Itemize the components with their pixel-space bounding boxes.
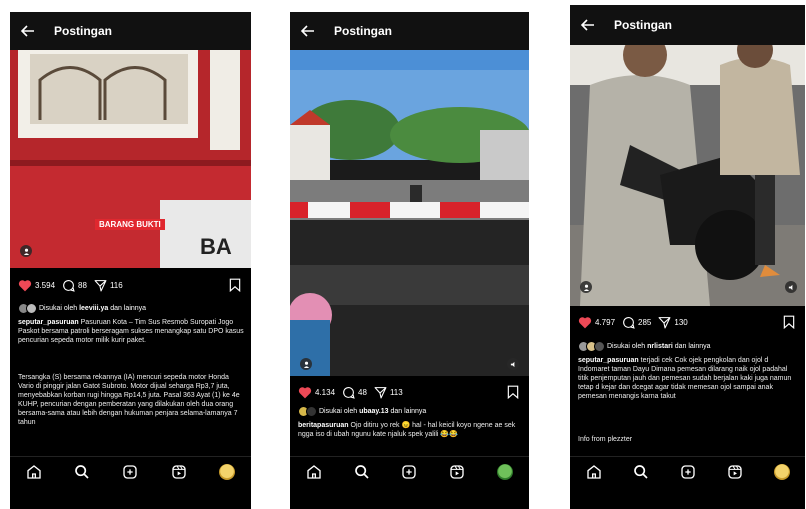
profile-avatar[interactable] (773, 464, 790, 480)
like-count: 3.594 (35, 280, 56, 290)
caption-continued: Tersangka (S) bersama rekannya (IA) menc… (18, 374, 240, 426)
comment-icon[interactable] (622, 316, 635, 329)
caption: beritapasuruan Ojo ditiru yo rek 😠 hal -… (298, 421, 523, 439)
liker-avatars (18, 302, 37, 314)
send-icon[interactable] (374, 386, 387, 399)
share-count: 130 (674, 317, 688, 327)
action-bar: 3.594 88 116 (10, 274, 251, 296)
caption-username[interactable]: seputar_pasuruan (18, 319, 79, 326)
post-video[interactable]: BA BARANG BUKTI (10, 50, 251, 268)
video-frame (570, 45, 805, 306)
liker-avatars (298, 405, 317, 417)
send-icon[interactable] (658, 316, 671, 329)
liked-by-user[interactable]: leeviii.ya (79, 305, 108, 312)
reels-icon[interactable] (449, 464, 465, 480)
like-count: 4.797 (595, 317, 616, 327)
action-bar: 4.797 285 130 (570, 311, 805, 333)
post-screen-1: Postingan BA BARANG BUKTI 3.594 88 116 D… (10, 12, 251, 509)
liked-by-suffix: dan lainnya (110, 304, 147, 312)
share-count: 116 (109, 280, 123, 290)
comment-icon[interactable] (342, 386, 355, 399)
caption: seputar_pasuruan Pasuruan Kota – Tim Sus… (18, 318, 245, 345)
post-screen-2: Postingan 4.134 48 113 Disukai oleh ubaa… (290, 12, 529, 509)
plus-square-icon[interactable] (401, 464, 417, 480)
header: Postingan (570, 5, 805, 45)
arrow-left-icon[interactable] (20, 23, 36, 39)
heart-icon[interactable] (18, 279, 32, 292)
bookmark-icon[interactable] (783, 315, 795, 329)
send-icon[interactable] (94, 279, 107, 292)
video-frame: BA (10, 50, 251, 268)
bookmark-icon[interactable] (229, 278, 241, 292)
liked-by: Disukai oleh nrlistari dan lainnya (578, 339, 799, 353)
heart-icon[interactable] (298, 386, 312, 399)
plus-square-icon[interactable] (680, 464, 696, 480)
bottom-nav (290, 456, 529, 487)
home-icon[interactable] (26, 464, 42, 480)
profile-avatar[interactable] (497, 464, 514, 480)
post-video[interactable] (290, 50, 529, 376)
video-frame (290, 50, 529, 376)
bottom-nav (10, 456, 251, 487)
share-count: 113 (389, 387, 403, 397)
bottom-nav (570, 456, 805, 487)
search-icon[interactable] (633, 464, 649, 480)
comment-icon[interactable] (62, 279, 75, 292)
comment-count: 48 (358, 387, 367, 397)
overlay-text: BARANG BUKTI (95, 219, 165, 230)
liked-by-suffix: dan lainnya (390, 407, 427, 415)
reels-icon[interactable] (727, 464, 743, 480)
search-icon[interactable] (74, 464, 90, 480)
caption-continued: Info from plezzter (578, 436, 633, 443)
liked-by-prefix: Disukai oleh (607, 342, 646, 350)
arrow-left-icon[interactable] (300, 23, 316, 39)
profile-avatar[interactable] (218, 464, 235, 480)
svg-text:BA: BA (200, 234, 232, 259)
reels-icon[interactable] (171, 464, 187, 480)
comment-count: 285 (638, 317, 652, 327)
like-count: 4.134 (315, 387, 336, 397)
page-title: Postingan (54, 24, 113, 38)
liked-by: Disukai oleh leeviii.ya dan lainnya (18, 301, 245, 315)
caption: seputar_pasuruan terjadi cek Cok ojek pe… (578, 356, 799, 401)
liked-by-suffix: dan lainnya (674, 342, 711, 350)
header: Postingan (10, 12, 251, 50)
page-title: Postingan (334, 24, 393, 38)
caption-username[interactable]: beritapasuruan (298, 422, 349, 429)
action-bar: 4.134 48 113 (290, 381, 529, 403)
liked-by-user[interactable]: nrlistari (647, 343, 673, 350)
home-icon[interactable] (306, 464, 322, 480)
arrow-left-icon[interactable] (580, 17, 596, 33)
post-screen-3: Postingan 4.797 285 130 Disukai oleh nrl… (570, 5, 805, 509)
liked-by: Disukai oleh ubaay.13 dan lainnya (298, 404, 523, 418)
caption-username[interactable]: seputar_pasuruan (578, 357, 639, 364)
liked-by-prefix: Disukai oleh (319, 407, 358, 415)
plus-square-icon[interactable] (122, 464, 138, 480)
liked-by-user[interactable]: ubaay.13 (359, 408, 388, 415)
search-icon[interactable] (354, 464, 370, 480)
bookmark-icon[interactable] (507, 385, 519, 399)
liker-avatars (578, 340, 605, 352)
user-tag-icon[interactable] (300, 358, 312, 370)
heart-icon[interactable] (578, 316, 592, 329)
page-title: Postingan (614, 18, 673, 32)
post-video[interactable] (570, 45, 805, 306)
mute-icon[interactable] (785, 281, 797, 293)
user-tag-icon[interactable] (580, 281, 592, 293)
mute-icon[interactable] (507, 358, 519, 370)
liked-by-prefix: Disukai oleh (39, 304, 78, 312)
user-tag-icon[interactable] (20, 245, 32, 257)
comment-count: 88 (78, 280, 87, 290)
header: Postingan (290, 12, 529, 50)
home-icon[interactable] (586, 464, 602, 480)
